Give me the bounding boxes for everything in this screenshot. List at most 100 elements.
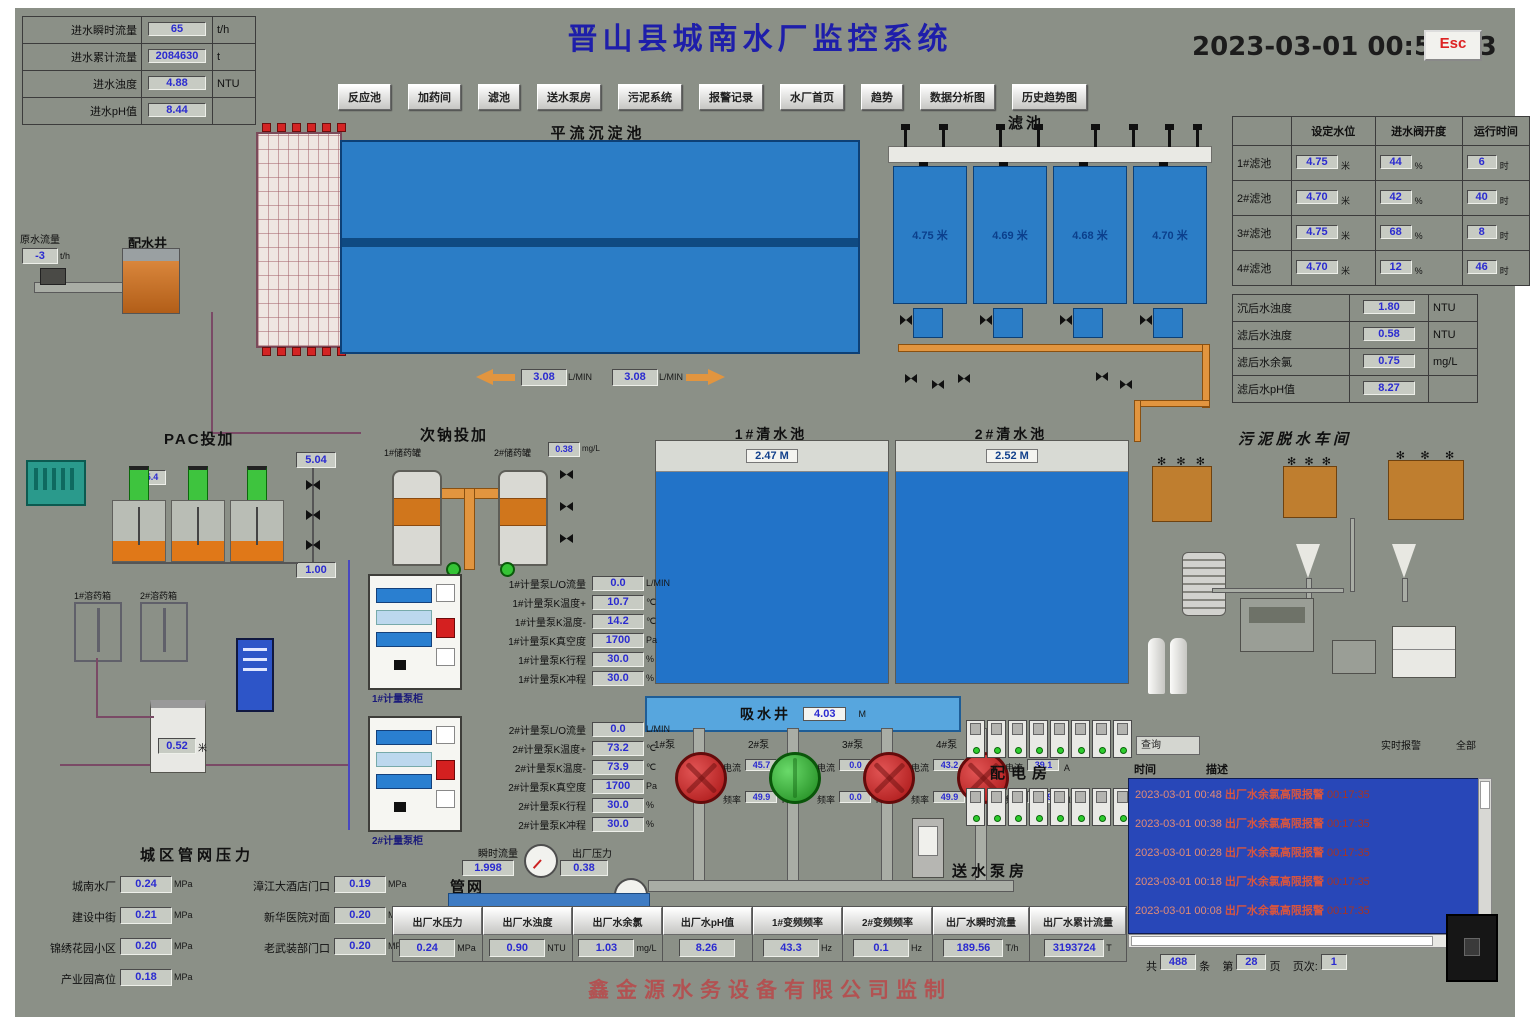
button-glyph [1464,938,1480,956]
current-label: 电流 [911,763,929,773]
nav-plant-home[interactable]: 水厂首页 [780,84,844,110]
metering-row-unit: ℃ [646,743,656,754]
scroll-thumb[interactable] [1131,936,1433,946]
nav-sludge-system[interactable]: 污泥系统 [618,84,682,110]
panel-line [243,648,267,651]
dissolve-tank2-label: 2#溶药箱 [140,589,177,602]
table-row: 1#滤池4.75 米44 %6 时 [1233,146,1530,181]
dosing-line [96,658,98,718]
current-label: 电流 [723,763,741,773]
panel-button[interactable] [436,648,455,666]
panel-bar [376,588,432,603]
panel-switch[interactable] [394,660,406,670]
network-point-label: 漳江大酒店门口 [200,878,330,894]
distribution-well-tank [122,248,180,314]
outlet-cell: 出厂水余氯1.03mg/L [573,907,663,961]
table-row: 滤后水浊度0.58NTU [1233,322,1478,349]
unit: % [1415,161,1423,171]
stat-label: 页次: [1293,961,1318,973]
gauge2-label: 出厂压力 [556,845,612,860]
nav-data-analysis[interactable]: 数据分析图 [920,84,995,110]
panel-button[interactable] [436,790,455,808]
alarm-row[interactable]: 2023-03-01 00:18 出厂水余氯高限报警 00:17:35 [1135,873,1479,889]
intake-label: 进水累计流量 [23,44,142,71]
alarm-vscrollbar[interactable] [1478,778,1492,934]
pump-1[interactable] [675,752,727,804]
machine-block [1332,640,1376,674]
backwash-pipe [1134,400,1141,442]
filter-drain-box [913,308,943,338]
stat-unit: 条 [1199,961,1210,973]
unit: MPa [388,879,407,889]
metering-row-value: 14.2 [592,614,644,629]
nav-history-trend[interactable]: 历史趋势图 [1012,84,1087,110]
outlet-label: 出厂水瞬时流量 [933,907,1029,935]
outlet-label: 出厂水余氯 [573,907,662,935]
valve-open: 42 [1380,190,1412,204]
day-tank-level: 0.52 [158,738,196,754]
corner-control-button[interactable] [1446,914,1498,982]
alarm-row[interactable]: 2023-03-01 00:38 出厂水余氯高限报警 00:17:35 [1135,815,1479,831]
panel-stop-button[interactable] [436,618,455,638]
stat-index: 1 [1321,954,1347,970]
mixer-motor-icon [247,466,267,501]
status-lamp-green [500,562,515,577]
scroll-thumb[interactable] [1480,781,1490,809]
nav-trend[interactable]: 趋势 [861,84,903,110]
table-row: 进水pH值8.44 [23,98,256,125]
alarm-col-time: 时间 [1134,761,1156,777]
panel-button[interactable] [436,584,455,602]
nav-filter[interactable]: 滤池 [478,84,520,110]
panel-bar [376,632,432,647]
alarm-hscrollbar[interactable] [1128,934,1480,948]
unit: MPa [457,943,476,953]
unit: 米 [1341,266,1350,276]
pump-2[interactable] [769,752,821,804]
pump-name: 2#泵 [748,736,769,751]
panel-switch[interactable] [394,802,406,812]
pump-3[interactable] [863,752,915,804]
alarm-row[interactable]: 2023-03-01 00:08 出厂水余氯高限报警 00:17:35 [1135,902,1479,918]
outlet-strip: 出厂水压力0.24MPa 出厂水浊度0.90NTU 出厂水余氯1.03mg/L … [392,906,1127,962]
network-point-label: 建设中街 [24,909,116,925]
pac-top-value: 5.04 [296,452,336,468]
funnel-hopper [1296,544,1320,578]
pac-tank-2 [171,500,225,562]
backwash-pipe [898,344,1210,352]
nav-alarm-record[interactable]: 报警记录 [699,84,763,110]
intake-value: 65 [148,22,206,36]
sludge-pipe [1212,588,1344,593]
filter-drain-box [993,308,1023,338]
sludge-tank-2 [1283,466,1337,518]
alarm-row[interactable]: 2023-03-01 00:28 出厂水余氯高限报警 00:17:35 [1135,844,1479,860]
network-section-label: 城区管网压力 [140,844,254,865]
quality-value: 1.80 [1363,300,1415,314]
filter-drain-box [1153,308,1183,338]
page-title: 晋山县城南水厂监控系统 [540,14,980,58]
esc-button[interactable]: Esc [1424,30,1482,61]
set-level: 4.75 [1296,225,1338,239]
unit: A [1064,763,1070,773]
alarm-row[interactable]: 2023-03-01 00:48 出厂水余氯高限报警 00:17:35 [1135,786,1479,802]
unit: 时 [1500,161,1509,171]
sludge-tank-1 [1152,466,1212,522]
metering-panel-2 [368,716,462,832]
metering-panel1-caption: 1#计量泵柜 [372,690,423,705]
sedimentation-tank [340,140,860,354]
panel-stop-button[interactable] [436,760,455,780]
naclo-stem [464,488,475,570]
alarm-query-button[interactable]: 查询 [1136,736,1200,755]
tank-pipe [163,608,166,652]
alarm-time: 2023-03-01 00:38 [1135,818,1222,830]
table-row: 3#滤池4.75 米68 %8 时 [1233,216,1530,251]
mixer-motor-icon [188,466,208,501]
nav-pump-house[interactable]: 送水泵房 [537,84,601,110]
quality-table: 沉后水浊度1.80NTU 滤后水浊度0.58NTU 滤后水余氯0.75mg/L … [1232,294,1478,403]
nav-dosing-room[interactable]: 加药间 [408,84,461,110]
metering-row-label: 2#计量泵K温度- [462,760,586,775]
naclo-tank1-label: 1#储药罐 [384,446,421,459]
mixer-motor-icon [129,466,149,501]
panel-button[interactable] [436,726,455,744]
metering-row-value: 0.0 [592,576,644,591]
nav-reaction-pool[interactable]: 反应池 [338,84,391,110]
